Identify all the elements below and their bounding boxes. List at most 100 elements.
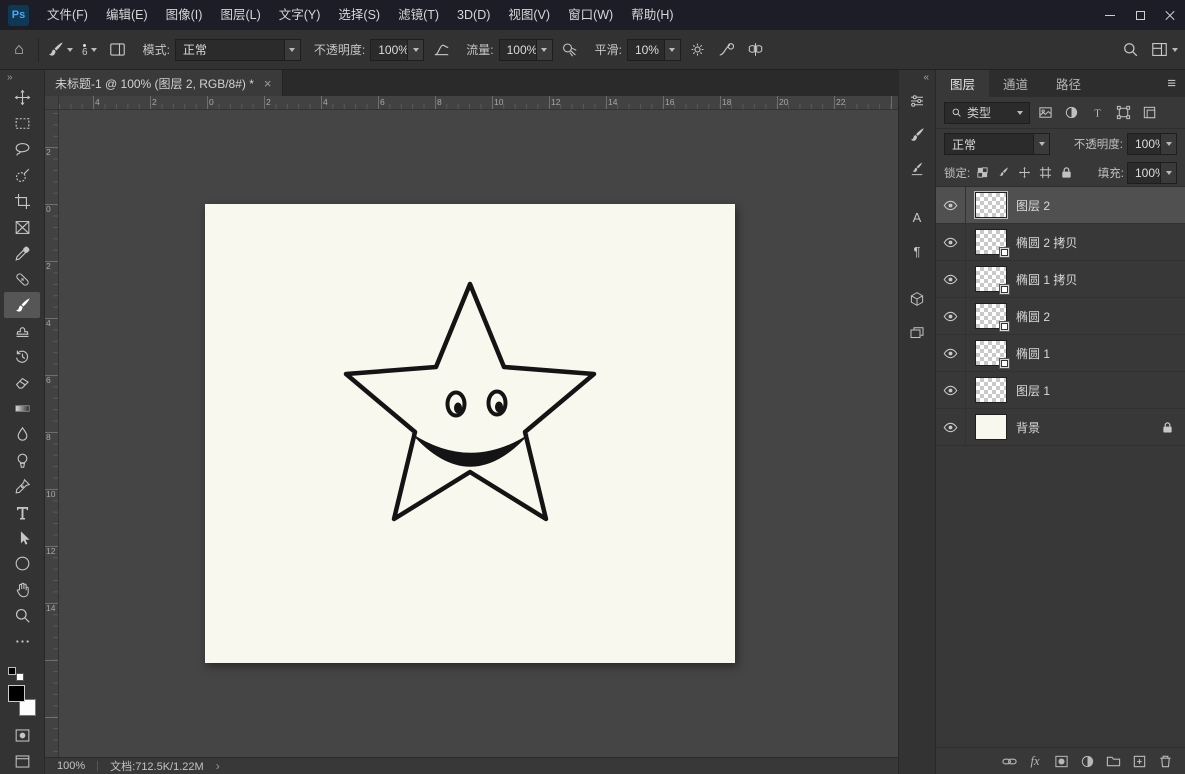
home-button[interactable]: ⌂ [7, 37, 31, 63]
lock-artboard-button[interactable] [1036, 164, 1054, 182]
dropdown-arrow[interactable] [1160, 134, 1176, 154]
ellipse-tool[interactable] [4, 551, 40, 577]
layer-row[interactable]: 椭圆 1 [936, 335, 1185, 372]
close-button[interactable] [1155, 0, 1185, 30]
panel-menu-icon[interactable]: ≡ [1158, 75, 1185, 92]
dodge-tool[interactable] [4, 447, 40, 473]
screen-mode-button[interactable] [4, 748, 40, 774]
pressure-opacity-button[interactable] [429, 37, 453, 63]
filter-adjustment-layers-button[interactable] [1060, 103, 1082, 123]
layer-row[interactable]: 背景 [936, 409, 1185, 446]
status-options-chevron[interactable]: › [216, 759, 220, 773]
minimize-button[interactable] [1095, 0, 1125, 30]
lock-transparency-button[interactable] [973, 164, 991, 182]
lock-pixels-button[interactable] [994, 164, 1012, 182]
smoothing-options-button[interactable] [686, 37, 710, 63]
vertical-ruler[interactable]: 2 0 2 4 6 8 10 12 14 [45, 110, 59, 757]
layer-thumbnail[interactable] [975, 340, 1010, 369]
layer-thumbnail[interactable] [974, 191, 1008, 219]
menu-filter[interactable]: 滤镜(T) [389, 0, 448, 30]
menu-image[interactable]: 图像(I) [157, 0, 212, 30]
visibility-toggle[interactable] [936, 187, 966, 223]
flow-select[interactable]: 100% [498, 38, 553, 61]
document-tab[interactable]: 未标题-1 @ 100% (图层 2, RGB/8#) * × [45, 70, 283, 96]
menu-window[interactable]: 窗口(W) [559, 0, 622, 30]
visibility-toggle[interactable] [936, 261, 966, 297]
hand-tool[interactable] [4, 577, 40, 603]
menu-select[interactable]: 选择(S) [329, 0, 389, 30]
layer-row[interactable]: 图层 1 [936, 372, 1185, 409]
history-brush-tool[interactable] [4, 344, 40, 370]
tab-layers[interactable]: 图层 [936, 70, 990, 97]
pasteboard[interactable] [59, 110, 898, 757]
dropdown-arrow[interactable] [407, 39, 424, 60]
dropdown-arrow[interactable] [283, 39, 300, 60]
dropdown-arrow[interactable] [535, 39, 552, 60]
eyedropper-tool[interactable] [4, 240, 40, 266]
add-layer-mask-button[interactable] [1053, 753, 1069, 769]
edit-toolbar-button[interactable] [4, 629, 40, 655]
layer-thumbnail[interactable] [975, 266, 1010, 295]
background-color-swatch[interactable] [19, 699, 36, 717]
dropdown-arrow[interactable] [1033, 134, 1049, 154]
3d-panel-button[interactable] [902, 285, 932, 313]
clone-stamp-tool[interactable] [4, 318, 40, 344]
tab-channels[interactable]: 通道 [989, 70, 1042, 97]
quick-mask-button[interactable] [4, 722, 40, 748]
healing-brush-tool[interactable] [4, 266, 40, 292]
visibility-toggle[interactable] [936, 298, 966, 334]
menu-3d[interactable]: 3D(D) [448, 0, 499, 30]
layer-thumbnail[interactable] [975, 303, 1010, 332]
toolbar-expand-button[interactable]: » [0, 71, 13, 85]
marquee-tool[interactable] [4, 111, 40, 137]
zoom-tool[interactable] [4, 603, 40, 629]
layer-style-button[interactable]: fx [1027, 753, 1043, 769]
visibility-toggle[interactable] [936, 409, 966, 445]
filter-type-layers-button[interactable]: T [1086, 103, 1108, 123]
layer-opacity-select[interactable]: 100% [1127, 133, 1177, 155]
menu-layer[interactable]: 图层(L) [211, 0, 269, 30]
horizontal-ruler[interactable]: 4 2 0 2 4 6 8 10 12 14 16 18 20 22 [59, 96, 898, 110]
tab-paths[interactable]: 路径 [1042, 70, 1095, 97]
menu-type[interactable]: 文字(Y) [270, 0, 330, 30]
lasso-tool[interactable] [4, 137, 40, 163]
layer-thumbnail[interactable] [975, 229, 1010, 258]
layer-row[interactable]: 图层 2 [936, 187, 1185, 224]
path-selection-tool[interactable] [4, 525, 40, 551]
menu-file[interactable]: 文件(F) [38, 0, 97, 30]
layer-row[interactable]: 椭圆 2 [936, 298, 1185, 335]
menu-edit[interactable]: 编辑(E) [97, 0, 157, 30]
crop-tool[interactable] [4, 189, 40, 215]
brushes-panel-button[interactable] [902, 121, 932, 149]
brush-tool[interactable] [4, 292, 40, 319]
brush-settings-panel-button[interactable] [902, 155, 932, 183]
layer-thumbnail[interactable] [975, 377, 1007, 403]
lock-position-button[interactable] [1015, 164, 1033, 182]
gradient-tool[interactable] [4, 396, 40, 422]
menu-help[interactable]: 帮助(H) [622, 0, 682, 30]
properties-panel-button[interactable] [902, 87, 932, 115]
character-panel-button[interactable]: A [902, 203, 932, 231]
new-adjustment-layer-button[interactable] [1079, 753, 1095, 769]
search-button[interactable] [1118, 37, 1142, 63]
symmetry-button[interactable] [744, 37, 768, 63]
eraser-tool[interactable] [4, 370, 40, 396]
blend-mode-select[interactable]: 正常 [174, 38, 301, 61]
filter-pixel-layers-button[interactable] [1034, 103, 1056, 123]
brush-preset-picker[interactable]: 6 [78, 35, 101, 65]
blur-tool[interactable] [4, 422, 40, 448]
pen-tool[interactable] [4, 473, 40, 499]
visibility-toggle[interactable] [936, 224, 966, 260]
layer-comps-panel-button[interactable] [902, 319, 932, 347]
layer-thumbnail[interactable] [975, 414, 1007, 440]
expand-panels-button[interactable]: « [923, 71, 935, 87]
smoothing-select[interactable]: 10% [626, 38, 681, 61]
ruler-origin-corner[interactable] [45, 96, 59, 110]
airbrush-button[interactable] [558, 37, 582, 63]
workspace-switcher[interactable] [1150, 37, 1178, 63]
new-layer-button[interactable] [1131, 753, 1147, 769]
brush-settings-panel-toggle[interactable] [106, 37, 130, 63]
tool-preset-picker[interactable] [46, 37, 73, 63]
paragraph-panel-button[interactable]: ¶ [902, 237, 932, 265]
new-group-button[interactable] [1105, 753, 1121, 769]
